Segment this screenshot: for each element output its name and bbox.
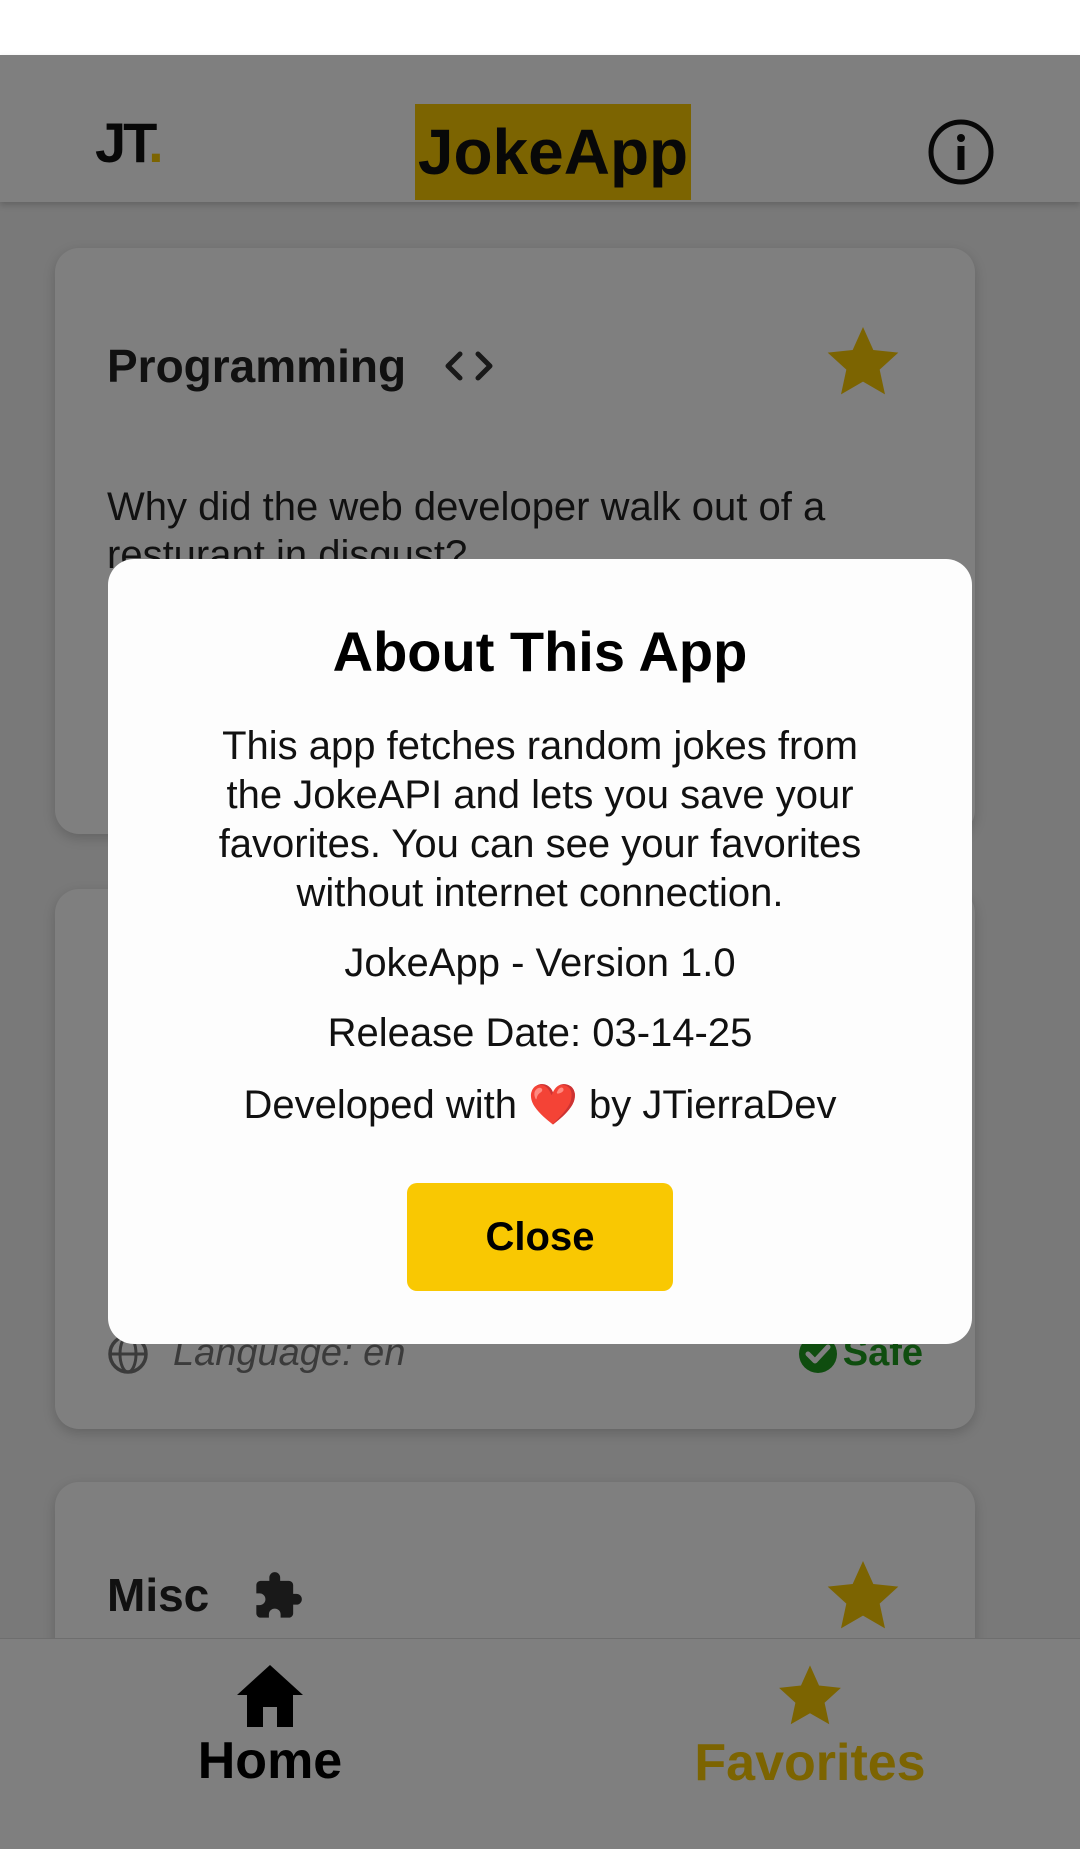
developer-credit: Developed with ❤️ by JTierraDev bbox=[108, 1081, 972, 1128]
developer-suffix: by JTierraDev bbox=[589, 1083, 837, 1127]
developer-prefix: Developed with bbox=[243, 1083, 517, 1127]
close-button[interactable]: Close bbox=[407, 1183, 673, 1291]
version-text: JokeApp - Version 1.0 bbox=[344, 941, 736, 985]
release-date-text: Release Date: 03-14-25 bbox=[327, 1011, 753, 1055]
app-screen: JT. JokeApp Programming Why did the web … bbox=[0, 0, 1080, 1849]
dialog-description: This app fetches random jokes from the J… bbox=[218, 724, 862, 915]
status-bar bbox=[0, 0, 1080, 55]
heart-icon: ❤️ bbox=[528, 1083, 578, 1127]
about-dialog: About This App This app fetches random j… bbox=[108, 559, 972, 1344]
dialog-title: About This App bbox=[332, 620, 748, 683]
